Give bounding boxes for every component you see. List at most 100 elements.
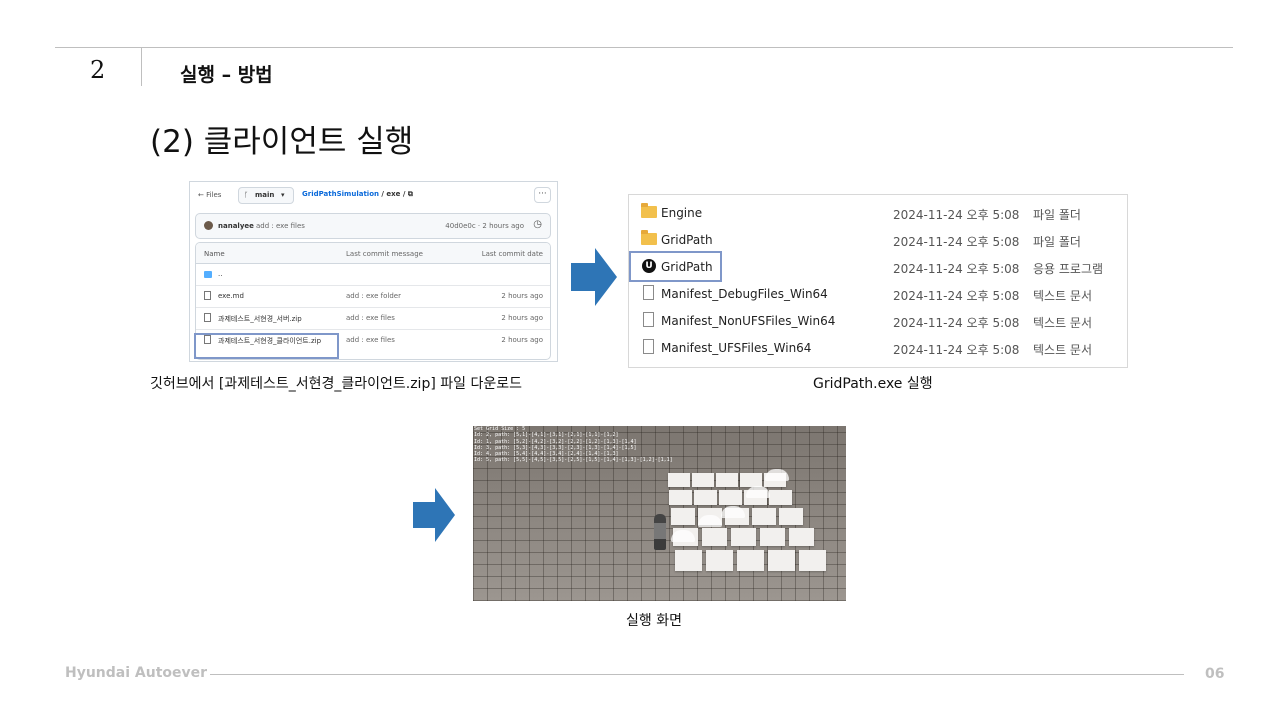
grid-tile xyxy=(702,528,727,546)
list-item[interactable]: Engine 2024-11-24 오후 5:08 파일 폴더 xyxy=(629,200,1127,227)
avatar xyxy=(204,221,213,230)
file-icon xyxy=(204,291,211,300)
repo-link[interactable]: GridPathSimulation xyxy=(302,190,379,198)
commit-hash-time[interactable]: 40d0e0c · 2 hours ago xyxy=(445,222,524,230)
page-number: 06 xyxy=(1205,666,1225,682)
item-date: 2024-11-24 오후 5:08 xyxy=(893,343,1020,357)
item-type: 텍스트 문서 xyxy=(1033,316,1093,330)
game-screenshot: Set Grid Size : 5 Id: 2, path: [5,1]-[4,1… xyxy=(473,426,846,601)
item-name[interactable]: GridPath xyxy=(661,233,713,247)
list-item[interactable]: Manifest_NonUFSFiles_Win64 2024-11-24 오후… xyxy=(629,308,1127,335)
client-zip-highlight xyxy=(194,333,339,359)
list-item[interactable]: GridPath 2024-11-24 오후 5:08 파일 폴더 xyxy=(629,227,1127,254)
file-name[interactable]: .. xyxy=(218,270,222,278)
file-name[interactable]: exe.md xyxy=(218,292,244,300)
grid-tile xyxy=(706,550,733,571)
column-message: Last commit message xyxy=(346,250,423,258)
item-name[interactable]: Manifest_NonUFSFiles_Win64 xyxy=(661,314,835,328)
table-row[interactable]: 과제테스트_서현경_서버.zip add : exe files 2 hours… xyxy=(196,307,550,330)
document-icon xyxy=(643,339,654,354)
item-date: 2024-11-24 오후 5:08 xyxy=(893,262,1020,276)
grid-tile xyxy=(719,490,742,505)
list-item[interactable]: Manifest_UFSFiles_Win64 2024-11-24 오후 5:… xyxy=(629,335,1127,362)
files-back-link[interactable]: ← Files xyxy=(198,191,221,199)
file-commit-message[interactable]: add : exe files xyxy=(346,336,395,344)
branch-name: main xyxy=(255,191,275,199)
grid-tile xyxy=(731,528,756,546)
top-divider xyxy=(55,47,1233,48)
gridpath-exe-highlight xyxy=(629,251,722,282)
grid-tile xyxy=(692,473,714,487)
grid-tile xyxy=(789,528,814,546)
document-icon xyxy=(643,285,654,300)
grid-tile xyxy=(799,550,826,571)
footer-company: Hyundai Autoever xyxy=(65,665,208,681)
document-icon xyxy=(643,312,654,327)
more-options-button[interactable]: ··· xyxy=(534,187,551,203)
item-date: 2024-11-24 오후 5:08 xyxy=(893,289,1020,303)
dome-marker xyxy=(671,530,695,542)
grid-tile xyxy=(737,550,764,571)
column-name: Name xyxy=(204,250,225,258)
chevron-down-icon: ▾ xyxy=(281,191,285,199)
item-date: 2024-11-24 오후 5:08 xyxy=(893,208,1020,222)
table-header: Name Last commit message Last commit dat… xyxy=(196,243,550,264)
grid-tile xyxy=(671,508,695,525)
game-log: Set Grid Size : 5 Id: 2, path: [5,1]-[4,1… xyxy=(474,426,673,464)
github-caption: 깃허브에서 [과제테스트_서현경_클라이언트.zip] 파일 다운로드 xyxy=(150,376,522,392)
file-commit-message[interactable]: add : exe files xyxy=(346,314,395,322)
branch-selector[interactable]: ᚴ main ▾ xyxy=(238,187,294,204)
section-number: 2 xyxy=(90,56,106,84)
footer-divider xyxy=(210,674,1184,675)
grid-tile xyxy=(752,508,776,525)
item-name[interactable]: Manifest_UFSFiles_Win64 xyxy=(661,341,811,355)
grid-tile xyxy=(768,550,795,571)
latest-commit-bar: nanalyee add : exe files 40d0e0c · 2 hou… xyxy=(195,213,551,239)
section-title: 실행 – 방법 xyxy=(180,64,273,86)
item-type: 응용 프로그램 xyxy=(1033,262,1104,276)
commit-message[interactable]: add : exe files xyxy=(256,222,305,230)
history-icon[interactable]: ◷ xyxy=(533,219,542,230)
grid-tile xyxy=(716,473,738,487)
grid-tile xyxy=(769,490,792,505)
file-icon xyxy=(204,313,211,322)
grid-tile xyxy=(669,490,692,505)
item-type: 텍스트 문서 xyxy=(1033,289,1093,303)
column-date: Last commit date xyxy=(481,250,543,258)
item-name[interactable]: Manifest_DebugFiles_Win64 xyxy=(661,287,828,301)
grid-tile xyxy=(668,473,690,487)
file-name[interactable]: 과제테스트_서현경_서버.zip xyxy=(218,314,302,324)
grid-tile xyxy=(675,550,702,571)
file-commit-date: 2 hours ago xyxy=(501,292,543,300)
item-type: 텍스트 문서 xyxy=(1033,343,1093,357)
folder-icon xyxy=(641,230,657,245)
dome-marker xyxy=(698,515,722,527)
dome-marker xyxy=(746,486,770,498)
character xyxy=(654,514,666,550)
explorer-caption: GridPath.exe 실행 xyxy=(813,376,933,392)
log-line: Id: 5, path: [5,5]-[4,5]-[3,5]-[2,5]-[1,… xyxy=(474,457,673,464)
grid-tile xyxy=(740,473,762,487)
github-toolbar: ← Files ᚴ main ▾ GridPathSimulation / ex… xyxy=(190,182,557,208)
grid-tile xyxy=(694,490,717,505)
breadcrumb-path: / exe / xyxy=(378,190,408,198)
item-type: 파일 폴더 xyxy=(1033,235,1081,249)
grid-tile xyxy=(760,528,785,546)
table-row[interactable]: .. xyxy=(196,263,550,286)
file-commit-message[interactable]: add : exe folder xyxy=(346,292,401,300)
slide-subtitle: (2) 클라이언트 실행 xyxy=(150,124,414,160)
header-separator xyxy=(141,48,142,86)
list-item[interactable]: Manifest_DebugFiles_Win64 2024-11-24 오후 … xyxy=(629,281,1127,308)
folder-icon xyxy=(641,203,657,218)
commit-author[interactable]: nanalyee xyxy=(218,222,254,230)
game-caption: 실행 화면 xyxy=(626,613,682,629)
item-name[interactable]: Engine xyxy=(661,206,702,220)
right-arrow-icon xyxy=(413,488,455,542)
item-type: 파일 폴더 xyxy=(1033,208,1081,222)
folder-icon xyxy=(204,271,212,278)
table-row[interactable]: exe.md add : exe folder 2 hours ago xyxy=(196,285,550,308)
file-commit-date: 2 hours ago xyxy=(501,314,543,322)
dome-marker xyxy=(721,506,745,518)
copy-icon[interactable]: ⧉ xyxy=(408,190,413,198)
dome-marker xyxy=(765,469,789,481)
